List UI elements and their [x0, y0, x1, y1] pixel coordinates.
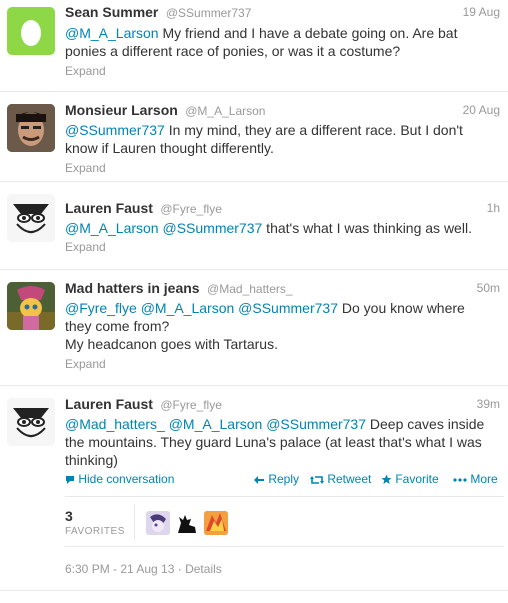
- conversation-timeline: Sean Summer @SSummer737 19 Aug @M_A_Lars…: [0, 0, 508, 603]
- tweet-header: Lauren Faust @Fyre_flye 39m: [65, 396, 500, 414]
- sketch-face-icon: [7, 194, 55, 242]
- separator: ·: [177, 562, 182, 576]
- expand-link[interactable]: Expand: [65, 161, 106, 175]
- tweet-text: @M_A_Larson My friend and I have a debat…: [65, 24, 494, 60]
- tweet-time[interactable]: 50m: [477, 281, 500, 295]
- tweet-body-text: My headcanon goes with Tartarus.: [65, 336, 278, 352]
- mention-link[interactable]: @M_A_Larson: [65, 220, 159, 236]
- tweet-header: Sean Summer @SSummer737 19 Aug: [65, 4, 500, 22]
- tweet-time[interactable]: 1h: [487, 201, 500, 215]
- tweet-time[interactable]: 20 Aug: [463, 103, 500, 117]
- favorite-button[interactable]: Favorite: [381, 472, 439, 486]
- retweet-label: Retweet: [327, 472, 372, 486]
- mention-link[interactable]: @Mad_hatters_: [65, 416, 165, 432]
- divider: [65, 546, 504, 547]
- fiery-avatar-icon: [204, 511, 228, 535]
- mention-link[interactable]: @M_A_Larson: [169, 416, 263, 432]
- divider: [134, 504, 135, 540]
- tweet-time[interactable]: 19 Aug: [463, 5, 500, 19]
- user-name[interactable]: Lauren Faust: [65, 200, 153, 216]
- user-handle[interactable]: @M_A_Larson: [185, 104, 265, 118]
- reply-button[interactable]: Reply: [253, 472, 299, 486]
- user-handle[interactable]: @Fyre_flye: [160, 398, 222, 412]
- mention-link[interactable]: @M_A_Larson: [65, 25, 159, 41]
- more-label: More: [470, 472, 498, 486]
- mention-link[interactable]: @SSummer737: [65, 122, 165, 138]
- avatar-egg[interactable]: [7, 7, 55, 55]
- user-handle[interactable]: @Mad_hatters_: [207, 282, 293, 296]
- sketch-face-icon: [7, 398, 55, 446]
- expand-link[interactable]: Expand: [65, 357, 106, 371]
- retweet-button[interactable]: Retweet: [310, 472, 371, 486]
- reply-arrow-icon: [254, 475, 264, 484]
- tweet[interactable]: Mad hatters in jeans @Mad_hatters_ 50m @…: [0, 270, 508, 386]
- expand-link[interactable]: Expand: [65, 240, 106, 254]
- mention-link[interactable]: @SSummer737: [266, 416, 366, 432]
- avatar-pony[interactable]: [7, 282, 55, 330]
- favoriter-avatar[interactable]: [204, 511, 228, 535]
- tweet-text: @Mad_hatters_ @M_A_Larson @SSummer737 De…: [65, 415, 494, 469]
- tweet-header: Lauren Faust @Fyre_flye 1h: [65, 200, 500, 218]
- tweet-body-text: that's what I was thinking as well.: [262, 220, 472, 236]
- favoriter-avatar[interactable]: [146, 511, 170, 535]
- tweet-meta: 6:30 PM - 21 Aug 13 · Details: [65, 562, 222, 576]
- tweet-actions: Hide conversation Reply Retweet Favorite…: [65, 472, 500, 490]
- hide-conversation-label: Hide conversation: [78, 472, 175, 486]
- tweet[interactable]: Sean Summer @SSummer737 19 Aug @M_A_Lars…: [0, 0, 508, 92]
- tweet[interactable]: Lauren Faust @Fyre_flye 1h @M_A_Larson @…: [0, 182, 508, 270]
- tweet-text: @M_A_Larson @SSummer737 that's what I wa…: [65, 219, 494, 237]
- avatar-sketch[interactable]: [7, 194, 55, 242]
- favorites-count[interactable]: 3: [65, 508, 73, 524]
- egg-icon: [21, 20, 41, 46]
- hide-conversation-link[interactable]: Hide conversation: [65, 472, 174, 486]
- user-name[interactable]: Mad hatters in jeans: [65, 280, 200, 296]
- mention-link[interactable]: @M_A_Larson: [141, 300, 235, 316]
- mention-link[interactable]: @SSummer737: [162, 220, 262, 236]
- more-dots-icon: [453, 478, 467, 482]
- favorites-label[interactable]: FAVORITES: [65, 526, 125, 537]
- tweet-header: Mad hatters in jeans @Mad_hatters_ 50m: [65, 280, 500, 298]
- user-name[interactable]: Lauren Faust: [65, 396, 153, 412]
- pony-art-icon: [7, 282, 55, 330]
- mention-link[interactable]: @SSummer737: [238, 300, 338, 316]
- more-button[interactable]: More: [453, 472, 498, 486]
- divider: [65, 496, 504, 497]
- favorite-label: Favorite: [395, 472, 439, 486]
- tweet-header: Monsieur Larson @M_A_Larson 20 Aug: [65, 102, 500, 120]
- reply-label: Reply: [268, 472, 300, 486]
- retweet-icon: [310, 475, 324, 484]
- expand-link[interactable]: Expand: [65, 64, 106, 78]
- person-photo-icon: [7, 104, 55, 152]
- tweet-text: @SSummer737 In my mind, they are a diffe…: [65, 121, 494, 157]
- user-handle[interactable]: @Fyre_flye: [160, 202, 222, 216]
- tweet[interactable]: Monsieur Larson @M_A_Larson 20 Aug @SSum…: [0, 92, 508, 182]
- avatar-photo[interactable]: [7, 104, 55, 152]
- tweet-text: @Fyre_flye @M_A_Larson @SSummer737 Do yo…: [65, 299, 494, 353]
- user-handle[interactable]: @SSummer737: [166, 6, 252, 20]
- timestamp[interactable]: 6:30 PM - 21 Aug 13: [65, 562, 174, 576]
- details-link[interactable]: Details: [185, 562, 222, 576]
- pony-avatar-icon: [146, 511, 170, 535]
- favoriter-avatar[interactable]: [175, 511, 199, 535]
- speech-bubble-icon: [66, 475, 74, 484]
- mention-link[interactable]: @Fyre_flye: [65, 300, 137, 316]
- tweet-expanded[interactable]: Lauren Faust @Fyre_flye 39m @Mad_hatters…: [0, 386, 508, 591]
- silhouette-avatar-icon: [175, 511, 199, 535]
- user-name[interactable]: Sean Summer: [65, 4, 158, 20]
- star-icon: [381, 474, 392, 485]
- user-name[interactable]: Monsieur Larson: [65, 102, 178, 118]
- avatar-sketch[interactable]: [7, 398, 55, 446]
- tweet-time[interactable]: 39m: [477, 397, 500, 411]
